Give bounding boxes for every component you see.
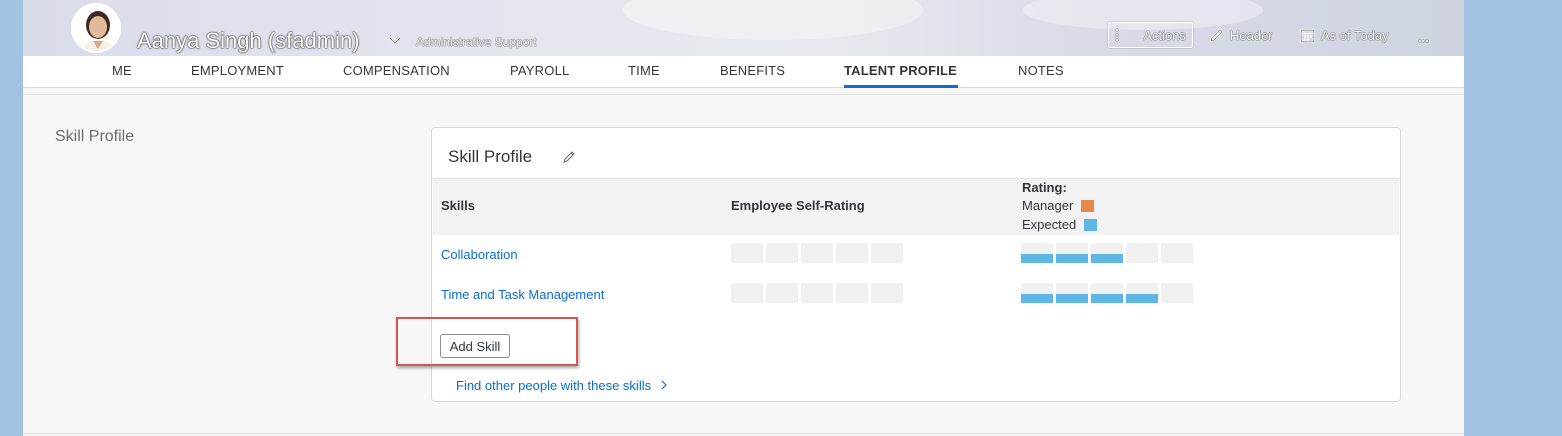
header-label: Header (1230, 27, 1273, 43)
rating-cell (1126, 243, 1158, 263)
header-button[interactable]: Header (1209, 22, 1273, 48)
skill-link[interactable]: Collaboration (441, 247, 518, 262)
vertical-dots-icon (1115, 28, 1119, 42)
employee-name[interactable]: Aanya Singh (sfadmin) (137, 28, 360, 54)
rating-cell (801, 243, 833, 263)
card-title: Skill Profile (448, 147, 533, 166)
calendar-icon (1300, 29, 1315, 42)
legend-expected: Expected (1022, 217, 1098, 232)
rating-cell (836, 243, 868, 263)
column-header-rating: Rating: (1022, 180, 1067, 195)
find-people-link[interactable]: Find other people with these skills (456, 378, 669, 393)
profile-tabs: ME EMPLOYMENT COMPENSATION PAYROLL TIME … (23, 56, 1464, 88)
rating-cell (836, 283, 868, 303)
rating-cell (1021, 243, 1053, 263)
as-of-date-button[interactable]: As of Today (1300, 22, 1389, 48)
rating-cell (871, 283, 903, 303)
rating-cell (1091, 283, 1123, 303)
skills-table-header: Skills Employee Self-Rating Rating: Mana… (433, 178, 1399, 235)
expected-rating-fill (1056, 254, 1088, 263)
actions-button[interactable]: Actions (1108, 22, 1193, 48)
rating-cell (1161, 243, 1193, 263)
tab-employment[interactable]: EMPLOYMENT (191, 63, 284, 78)
divider (23, 433, 1464, 434)
rating-grid (1021, 283, 1193, 303)
rating-cell (766, 283, 798, 303)
rating-grid (1021, 243, 1193, 263)
page: Aanya Singh (sfadmin) Administrative Sup… (23, 0, 1464, 436)
rating-cell (1161, 283, 1193, 303)
column-header-self-rating: Employee Self-Rating (731, 198, 865, 213)
rating-cell (1056, 283, 1088, 303)
avatar-image (73, 5, 119, 51)
rating-cell (766, 243, 798, 263)
rating-cell (1021, 283, 1053, 303)
active-tab-indicator (844, 85, 958, 88)
more-icon: ... (1418, 29, 1429, 45)
self-rating-grid (731, 243, 903, 263)
annotation-highlight-box (396, 317, 578, 366)
avatar[interactable] (71, 3, 121, 53)
rating-cell (1091, 243, 1123, 263)
employee-title: Administrative Support (416, 35, 537, 49)
tab-benefits[interactable]: BENEFITS (720, 63, 785, 78)
tab-compensation[interactable]: COMPENSATION (343, 63, 450, 78)
legend-manager-swatch (1081, 199, 1095, 212)
expected-rating-fill (1056, 294, 1088, 303)
rating-cell (731, 243, 763, 263)
tab-notes[interactable]: NOTES (1018, 63, 1064, 78)
pencil-icon[interactable] (562, 150, 576, 164)
rating-cell (801, 283, 833, 303)
tab-me[interactable]: ME (112, 63, 132, 78)
tab-payroll[interactable]: PAYROLL (510, 63, 569, 78)
profile-header: Aanya Singh (sfadmin) Administrative Sup… (23, 0, 1464, 56)
rating-cell (731, 283, 763, 303)
expected-rating-fill (1091, 294, 1123, 303)
legend-expected-swatch (1084, 218, 1098, 231)
legend-manager-label: Manager (1022, 198, 1074, 213)
section-label: Skill Profile (55, 128, 135, 145)
rating-cell (1126, 283, 1158, 303)
expected-rating-fill (1021, 294, 1053, 303)
self-rating-grid (731, 283, 903, 303)
rating-cell (871, 243, 903, 263)
column-header-skills: Skills (441, 198, 475, 213)
skill-link[interactable]: Time and Task Management (441, 287, 604, 302)
chevron-down-icon[interactable] (387, 34, 403, 48)
actions-label: Actions (1143, 27, 1186, 43)
tab-time[interactable]: TIME (628, 63, 660, 78)
rating-cell (1056, 243, 1088, 263)
legend-manager: Manager (1022, 198, 1095, 213)
expected-rating-fill (1021, 254, 1053, 263)
more-options-button[interactable]: ... (1418, 24, 1429, 50)
chevron-right-icon (661, 380, 667, 390)
divider (23, 94, 1464, 95)
as-of-label: As of Today (1321, 27, 1389, 43)
expected-rating-fill (1091, 254, 1123, 263)
tab-talent-profile[interactable]: TALENT PROFILE (844, 63, 957, 78)
expected-rating-fill (1126, 294, 1158, 303)
find-people-label: Find other people with these skills (456, 378, 652, 393)
pencil-icon (1209, 28, 1224, 42)
header-background-decoration (623, 0, 923, 40)
legend-expected-label: Expected (1022, 217, 1077, 232)
